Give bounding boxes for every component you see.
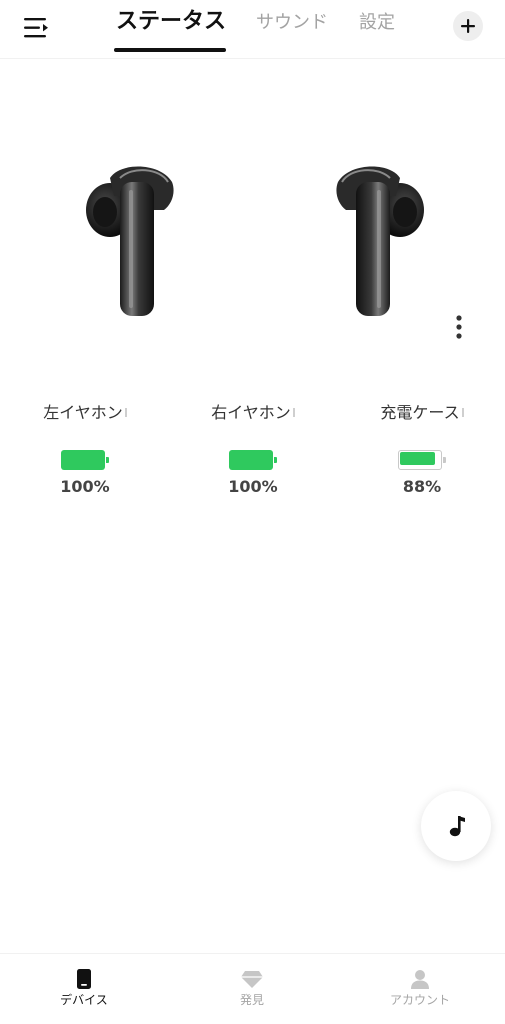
more-options-button[interactable]	[449, 314, 469, 342]
tab-sound[interactable]: サウンド	[256, 10, 328, 36]
top-header: ステータス サウンド 設定	[0, 0, 505, 59]
menu-icon	[24, 18, 48, 38]
more-vertical-icon	[456, 315, 462, 339]
left-earbud-status: 左イヤホン 100%	[15, 400, 155, 498]
add-device-button[interactable]	[453, 11, 483, 41]
battery-right	[229, 450, 277, 472]
diamond-icon	[241, 971, 263, 988]
nav-account[interactable]: アカウント	[360, 968, 480, 1008]
nav-label-discover: 発見	[239, 993, 264, 1007]
device-icon	[77, 969, 91, 989]
nav-discover[interactable]: 発見	[192, 968, 312, 1008]
account-icon	[411, 970, 429, 989]
tab-settings[interactable]: 設定	[359, 10, 395, 36]
battery-left	[61, 450, 109, 472]
device-name-case: 充電ケース	[380, 403, 460, 422]
app-screen: ステータス サウンド 設定 左イヤホン 100% 右イヤホン 100% 充電ケー…	[0, 0, 505, 1024]
music-note-icon	[449, 816, 465, 837]
nav-device[interactable]: デバイス	[24, 968, 144, 1008]
right-earbud-image	[330, 160, 430, 324]
device-name-right: 右イヤホン	[211, 403, 291, 422]
battery-case	[398, 450, 446, 472]
bottom-navigation: デバイス 発見 アカウント	[0, 953, 505, 1024]
battery-fill-case	[400, 452, 435, 465]
battery-percent-case: 88%	[402, 477, 442, 496]
menu-button[interactable]	[22, 14, 52, 42]
battery-percent-left: 100%	[60, 477, 110, 496]
charging-case-status: 充電ケース 88%	[352, 400, 492, 498]
music-button[interactable]	[421, 791, 491, 861]
plus-icon	[461, 19, 475, 33]
nav-label-device: デバイス	[60, 993, 108, 1007]
device-name-left: 左イヤホン	[43, 403, 123, 422]
battery-percent-right: 100%	[228, 477, 278, 496]
nav-label-account: アカウント	[389, 993, 450, 1007]
left-earbud-image	[80, 160, 180, 324]
right-earbud-status: 右イヤホン 100%	[183, 400, 323, 498]
tab-status[interactable]: ステータス	[116, 9, 226, 35]
active-tab-indicator	[114, 48, 226, 52]
